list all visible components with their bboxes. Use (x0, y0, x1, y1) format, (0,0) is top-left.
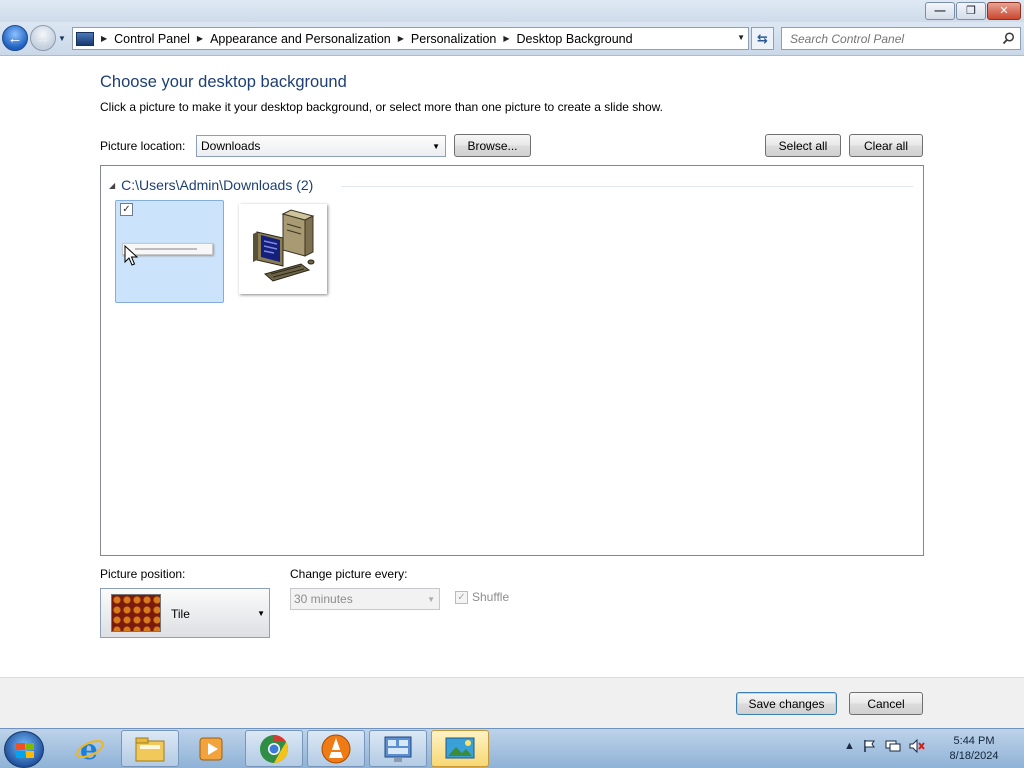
control-panel-icon (384, 736, 412, 762)
picture-location-select[interactable]: Downloads ▼ (196, 135, 446, 157)
computer-icon (253, 209, 315, 282)
forward-button[interactable]: → (30, 25, 56, 51)
thumbnail-1[interactable]: ✓ (115, 200, 224, 303)
restore-icon: ❐ (966, 4, 976, 17)
taskbar-control-panel[interactable] (369, 730, 427, 767)
search-box[interactable] (781, 27, 1021, 50)
cancel-button[interactable]: Cancel (849, 692, 923, 715)
thumbnail-image (239, 204, 327, 294)
forward-arrow-icon: → (35, 29, 51, 47)
chevron-right-icon[interactable]: ▶ (398, 34, 404, 43)
breadcrumb-control-panel[interactable]: Control Panel (114, 32, 190, 46)
taskbar: e ▲ 5:44 PM 8/18/2024 (0, 728, 1024, 768)
show-hidden-icons-icon[interactable]: ▲ (844, 740, 855, 752)
chevron-right-icon[interactable]: ▶ (503, 34, 509, 43)
search-input[interactable] (782, 28, 992, 49)
mouse-cursor-icon (124, 245, 138, 266)
chrome-icon (260, 734, 288, 763)
clock-date: 8/18/2024 (949, 750, 999, 762)
window-title-bar: — ❐ ✕ (0, 0, 1024, 22)
group-header-label: C:\Users\Admin\Downloads (2) (121, 177, 314, 193)
picture-location-value: Downloads (201, 139, 261, 153)
folder-icon (135, 737, 165, 761)
desktop-background-icon (445, 737, 475, 758)
breadcrumb-appearance[interactable]: Appearance and Personalization (210, 32, 391, 46)
chevron-down-icon: ▼ (427, 595, 435, 604)
select-all-button[interactable]: Select all (765, 134, 841, 157)
picture-gallery[interactable]: ◢ C:\Users\Admin\Downloads (2) ✓ (100, 165, 924, 556)
main-content: Choose your desktop background Click a p… (0, 57, 1024, 677)
thumbnail-checkbox[interactable]: ✓ (120, 203, 133, 216)
change-picture-select[interactable]: 30 minutes ▼ (290, 588, 440, 610)
minimize-icon: — (934, 4, 946, 17)
page-description: Click a picture to make it your desktop … (100, 100, 663, 114)
collapse-triangle-icon[interactable]: ◢ (109, 181, 115, 190)
control-panel-icon (76, 31, 94, 46)
chevron-right-icon[interactable]: ▶ (101, 34, 107, 43)
clear-all-button[interactable]: Clear all (849, 134, 923, 157)
group-divider (341, 186, 913, 187)
tile-preview-icon (111, 594, 161, 632)
picture-position-value: Tile (171, 607, 190, 621)
back-arrow-icon: ← (7, 29, 23, 47)
refresh-icon: ⇆ (757, 30, 768, 46)
shuffle-label: Shuffle (472, 590, 510, 604)
clock-time: 5:44 PM (953, 735, 995, 747)
change-picture-value: 30 minutes (294, 592, 353, 606)
page-title: Choose your desktop background (100, 73, 347, 91)
taskbar-file-explorer[interactable] (121, 730, 179, 767)
refresh-button[interactable]: ⇆ (751, 27, 774, 50)
chevron-down-icon: ▼ (432, 142, 440, 151)
group-header[interactable]: ◢ C:\Users\Admin\Downloads (2) (109, 177, 313, 193)
taskbar-media-player[interactable] (183, 730, 241, 767)
thumbnail-2[interactable] (229, 200, 338, 303)
change-picture-label: Change picture every: (290, 567, 408, 581)
browse-button[interactable]: Browse... (454, 134, 531, 157)
vlc-icon (321, 734, 351, 763)
media-player-icon (199, 737, 223, 760)
taskbar-clock[interactable]: 5:44 PM 8/18/2024 (944, 734, 1004, 764)
picture-location-label: Picture location: (100, 139, 186, 153)
taskbar-vlc[interactable] (307, 730, 365, 767)
svg-text:e: e (80, 734, 98, 764)
network-icon[interactable] (885, 739, 901, 753)
start-button[interactable] (4, 731, 44, 768)
breadcrumb-personalization[interactable]: Personalization (411, 32, 496, 46)
recent-pages-dropdown[interactable]: ▼ (58, 34, 66, 43)
shuffle-option[interactable]: ✓ Shuffle (455, 590, 509, 604)
picture-position-label: Picture position: (100, 567, 186, 581)
close-button[interactable]: ✕ (987, 2, 1021, 20)
shuffle-checkbox[interactable]: ✓ (455, 590, 468, 604)
address-bar[interactable]: ▶ Control Panel ▶ Appearance and Persona… (72, 27, 749, 50)
internet-explorer-icon: e (76, 734, 104, 764)
dialog-footer: Save changes Cancel (0, 677, 1024, 728)
taskbar-personalization[interactable] (431, 730, 489, 767)
picture-position-select[interactable]: Tile ▼ (100, 588, 270, 638)
close-icon: ✕ (999, 4, 1009, 17)
chevron-down-icon: ▼ (257, 609, 265, 618)
minimize-button[interactable]: — (925, 2, 955, 20)
chevron-right-icon[interactable]: ▶ (197, 34, 203, 43)
volume-muted-icon[interactable] (909, 739, 925, 753)
taskbar-internet-explorer[interactable]: e (61, 730, 119, 767)
windows-logo-icon (16, 743, 34, 758)
back-button[interactable]: ← (2, 25, 28, 51)
breadcrumb-desktop-background[interactable]: Desktop Background (517, 32, 633, 46)
taskbar-chrome[interactable] (245, 730, 303, 767)
maximize-button[interactable]: ❐ (956, 2, 986, 20)
save-changes-button[interactable]: Save changes (736, 692, 837, 715)
search-icon[interactable] (1002, 32, 1015, 45)
navigation-bar: ← → ▼ ▶ Control Panel ▶ Appearance and P… (0, 22, 1024, 56)
system-tray: ▲ (844, 739, 925, 753)
action-center-flag-icon[interactable] (863, 739, 877, 753)
address-dropdown-icon[interactable]: ▼ (737, 33, 745, 42)
